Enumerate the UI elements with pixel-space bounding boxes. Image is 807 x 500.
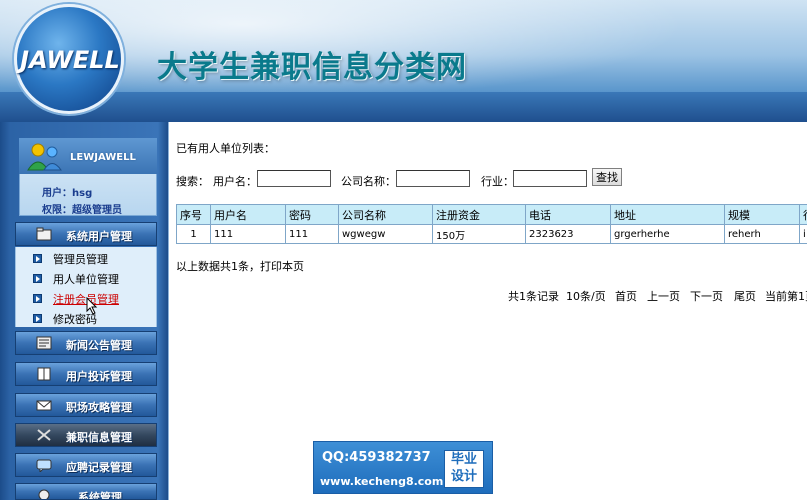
book-icon [37,367,51,381]
table-header-row: 序号 用户名 密码 公司名称 注册资金 电话 地址 规模 行 [176,204,807,225]
bullet-icon [33,314,42,323]
cell-industry: i [799,224,807,244]
col-header-capital: 注册资金 [432,204,526,225]
menu-group-news[interactable]: 新闻公告管理 [15,331,157,355]
col-header-phone: 电话 [525,204,611,225]
record-summary[interactable]: 以上数据共1条，打印本页 [176,258,304,274]
watermark-banner: QQ:459382737 www.kecheng8.com 毕业 设计 [313,441,493,494]
username-label: 用户名： [213,175,257,188]
industry-label: 行业： [481,175,514,188]
company-label: 公司名称： [341,175,396,188]
cell-phone: 2323623 [525,224,611,244]
tools-icon [37,429,51,441]
bullet-icon [33,274,42,283]
col-header-address: 地址 [610,204,725,225]
col-header-password: 密码 [285,204,339,225]
pager-per-page: 10条/页 [566,290,606,303]
sidebar-item-employer-management[interactable]: 用人单位管理 [53,271,119,287]
cell-capital: 150万 [432,224,526,244]
site-title: 大学生兼职信息分类网 [157,50,467,85]
company-input[interactable] [396,170,470,187]
chat-icon [36,459,52,472]
pager-last-link[interactable]: 尾页 [734,288,756,304]
pager-records: 共1条记录 [508,290,559,303]
newspaper-icon [36,336,52,350]
menu-group-label: 应聘记录管理 [66,461,132,474]
pager-next-link[interactable]: 下一页 [690,288,723,304]
col-header-index: 序号 [176,204,211,225]
col-header-company: 公司名称 [338,204,433,225]
industry-input[interactable] [513,170,587,187]
employer-table: 序号 用户名 密码 公司名称 注册资金 电话 地址 规模 行 1 111 111… [176,204,807,244]
mail-icon [36,400,52,411]
menu-group-parttime-jobs[interactable]: 兼职信息管理 [15,423,157,447]
menu-group-label: 兼职信息管理 [66,431,132,444]
sidebar-item-admin-management[interactable]: 管理员管理 [53,251,108,267]
current-user: 用户：hsg [42,188,93,199]
users-icon [27,143,62,171]
pager-current: 当前第1页 [765,290,807,303]
pager-first-link[interactable]: 首页 [615,288,637,304]
cell-company: wgwegw [338,224,433,244]
watermark-url: www.kecheng8.com [320,475,444,488]
menu-group-label: 职场攻略管理 [66,401,132,414]
menu-group-label: 用户投诉管理 [66,370,132,383]
pager-prev-link[interactable]: 上一页 [647,288,680,304]
watermark-badge-line1: 毕业 [450,452,477,467]
folder-icon [36,227,52,241]
bullet-icon [33,254,42,263]
user-panel-brand: LEWJAWELL [70,152,136,163]
col-header-industry: 行 [799,204,807,225]
search-button[interactable]: 查找 [592,168,622,186]
watermark-badge: 毕业 设计 [444,450,484,488]
menu-group-applications[interactable]: 应聘记录管理 [15,453,157,477]
table-row[interactable]: 1 111 111 wgwegw 150万 2323623 grgerherhe… [176,224,807,244]
menu-group-label: 系统用户管理 [66,230,132,243]
col-header-username: 用户名 [210,204,286,225]
menu-group-system[interactable]: 系统管理 [15,483,157,500]
watermark-qq: QQ:459382737 [322,450,431,465]
menu-group-career-tips[interactable]: 职场攻略管理 [15,393,157,417]
bullet-icon [33,294,42,303]
page-title: 已有用人单位列表： [176,142,275,155]
username-input[interactable] [257,170,331,187]
col-header-scale: 规模 [724,204,800,225]
cell-username: 111 [210,224,286,244]
cell-scale: reherh [724,224,800,244]
current-role: 权限：超级管理员 [42,205,122,216]
search-label: 搜索： [176,175,209,188]
menu-group-system-users[interactable]: 系统用户管理 [15,222,157,246]
header-band [0,92,807,122]
mouse-cursor-icon [86,297,98,315]
watermark-badge-line2: 设计 [450,469,477,484]
cell-password: 111 [285,224,339,244]
settings-icon [38,489,50,499]
menu-group-label: 新闻公告管理 [66,339,132,352]
menu-group-label: 系统管理 [78,491,122,500]
menu-group-complaints[interactable]: 用户投诉管理 [15,362,157,386]
cell-index: 1 [176,224,211,244]
cell-address: grgerherhe [610,224,725,244]
logo-text: JAWELL [20,46,120,74]
